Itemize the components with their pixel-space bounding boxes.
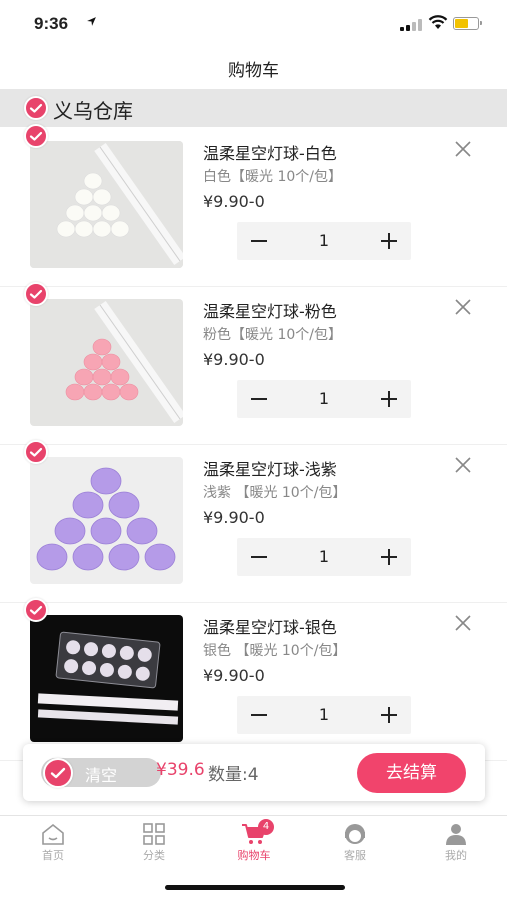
quantity-value[interactable]: 1 bbox=[281, 705, 367, 724]
quantity-stepper: 1 bbox=[237, 380, 411, 418]
tab-profile[interactable]: 我的 bbox=[416, 822, 496, 863]
tab-label: 首页 bbox=[42, 849, 64, 862]
close-icon[interactable] bbox=[454, 614, 472, 632]
product-price: ¥9.90-0 bbox=[203, 508, 265, 527]
quantity-value[interactable]: 1 bbox=[281, 231, 367, 250]
clear-cart-toggle[interactable]: 清空 bbox=[41, 758, 161, 788]
quantity-stepper: 1 bbox=[237, 538, 411, 576]
increase-button[interactable] bbox=[367, 696, 411, 734]
tab-label: 我的 bbox=[445, 849, 467, 862]
product-image[interactable] bbox=[30, 299, 183, 426]
tab-home[interactable]: 首页 bbox=[13, 822, 93, 863]
close-icon[interactable] bbox=[454, 456, 472, 474]
product-price: ¥9.90-0 bbox=[203, 192, 265, 211]
product-image[interactable] bbox=[30, 141, 183, 268]
cart-item: 温柔星空灯球-浅紫 浅紫 【暖光 10个/包】 ¥9.90-0 1 bbox=[0, 440, 507, 603]
clear-label[interactable]: 清空 bbox=[85, 762, 117, 786]
cart-item: 温柔星空灯球-白色 白色【暖光 10个/包】 ¥9.90-0 1 bbox=[0, 124, 507, 287]
product-image[interactable] bbox=[30, 457, 183, 584]
decrease-button[interactable] bbox=[237, 380, 281, 418]
product-price: ¥9.90-0 bbox=[203, 350, 265, 369]
home-icon bbox=[42, 823, 64, 845]
product-title[interactable]: 温柔星空灯球-浅紫 bbox=[203, 456, 337, 480]
product-title[interactable]: 温柔星空灯球-银色 bbox=[203, 614, 337, 638]
item-select-checkbox[interactable] bbox=[24, 598, 48, 622]
total-price: ¥39.6 bbox=[156, 760, 205, 780]
checkout-button[interactable]: 去结算 bbox=[357, 753, 466, 793]
quantity-value[interactable]: 1 bbox=[281, 547, 367, 566]
status-bar: 9:36 bbox=[0, 0, 507, 48]
wifi-icon bbox=[428, 15, 448, 34]
product-spec: 银色 【暖光 10个/包】 bbox=[203, 643, 347, 659]
item-select-checkbox[interactable] bbox=[24, 124, 48, 148]
item-select-checkbox[interactable] bbox=[24, 282, 48, 306]
tab-bar: 首页 分类 4 购物车 客服 我的 bbox=[0, 815, 507, 868]
select-all-checkbox[interactable] bbox=[43, 758, 73, 788]
product-title[interactable]: 温柔星空灯球-粉色 bbox=[203, 298, 337, 322]
location-arrow-icon bbox=[86, 16, 97, 30]
tab-label: 客服 bbox=[344, 849, 366, 862]
tab-category[interactable]: 分类 bbox=[114, 822, 194, 863]
decrease-button[interactable] bbox=[237, 696, 281, 734]
increase-button[interactable] bbox=[367, 538, 411, 576]
battery-icon bbox=[453, 17, 482, 30]
checkout-bar: 清空 ¥39.6 数量:4 去结算 bbox=[23, 744, 485, 801]
quantity-stepper: 1 bbox=[237, 696, 411, 734]
warehouse-select-checkbox[interactable] bbox=[24, 96, 48, 120]
decrease-button[interactable] bbox=[237, 538, 281, 576]
item-select-checkbox[interactable] bbox=[24, 440, 48, 464]
home-indicator[interactable] bbox=[165, 885, 345, 890]
cart-item: 温柔星空灯球-银色 银色 【暖光 10个/包】 ¥9.90-0 1 bbox=[0, 598, 507, 761]
cart-item: 温柔星空灯球-粉色 粉色【暖光 10个/包】 ¥9.90-0 1 bbox=[0, 282, 507, 445]
quantity-stepper: 1 bbox=[237, 222, 411, 260]
product-spec: 白色【暖光 10个/包】 bbox=[203, 169, 342, 185]
warehouse-name: 义乌仓库 bbox=[53, 99, 133, 123]
close-icon[interactable] bbox=[454, 140, 472, 158]
tab-label: 分类 bbox=[143, 849, 165, 862]
user-icon bbox=[446, 824, 466, 845]
warehouse-header: 义乌仓库 bbox=[0, 89, 507, 127]
tab-cart[interactable]: 4 购物车 bbox=[214, 819, 294, 863]
support-icon bbox=[345, 824, 365, 844]
tab-label: 购物车 bbox=[237, 849, 271, 862]
status-time: 9:36 bbox=[34, 14, 69, 33]
tab-support[interactable]: 客服 bbox=[315, 822, 395, 863]
product-title[interactable]: 温柔星空灯球-白色 bbox=[203, 140, 337, 164]
close-icon[interactable] bbox=[454, 298, 472, 316]
page-title: 购物车 bbox=[228, 61, 279, 81]
grid-icon bbox=[143, 823, 165, 845]
item-count: 数量:4 bbox=[208, 765, 259, 785]
product-spec: 浅紫 【暖光 10个/包】 bbox=[203, 485, 347, 501]
cart-badge: 4 bbox=[258, 819, 274, 835]
product-image[interactable] bbox=[30, 615, 183, 742]
increase-button[interactable] bbox=[367, 222, 411, 260]
cellular-signal-icon bbox=[400, 19, 424, 31]
quantity-value[interactable]: 1 bbox=[281, 389, 367, 408]
decrease-button[interactable] bbox=[237, 222, 281, 260]
increase-button[interactable] bbox=[367, 380, 411, 418]
product-spec: 粉色【暖光 10个/包】 bbox=[203, 327, 342, 343]
product-price: ¥9.90-0 bbox=[203, 666, 265, 685]
